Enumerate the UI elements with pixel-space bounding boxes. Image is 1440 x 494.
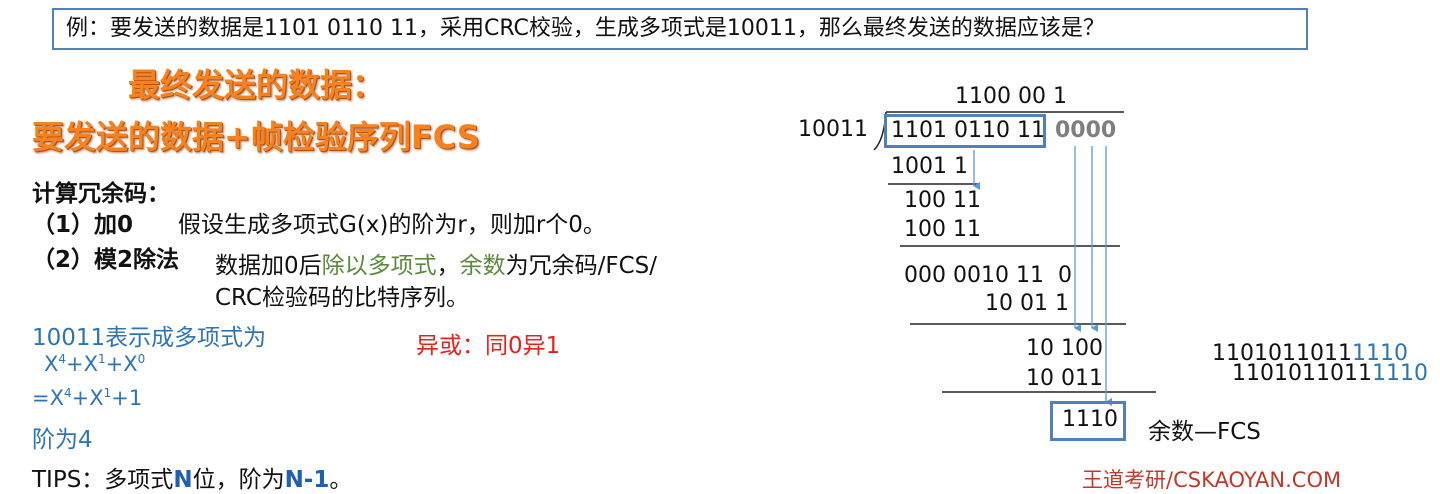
division-row: 100 11	[904, 217, 981, 242]
division-row: 10 011	[1026, 366, 1103, 391]
division-dividend: 1101 0110 11	[891, 118, 1045, 143]
division-row: 100 11	[904, 188, 981, 213]
division-row: 000 0010 11 0	[904, 263, 1072, 288]
appended-zeros: 0000	[1055, 118, 1117, 143]
division-row: 10 01 1	[985, 291, 1069, 316]
watermark: 王道考研/CSKAOYAN.COM	[1082, 468, 1342, 492]
final-transmitted-data-copy: 11010110111110	[1232, 361, 1428, 386]
division-row: 10 100	[1026, 336, 1103, 361]
division-quotient: 1100 00 1	[955, 84, 1067, 109]
division-row: 1001 1	[891, 154, 968, 179]
division-remainder: 1110	[1062, 407, 1118, 432]
remainder-label: 余数—FCS	[1148, 419, 1261, 445]
division-divisor: 10011	[798, 117, 868, 142]
